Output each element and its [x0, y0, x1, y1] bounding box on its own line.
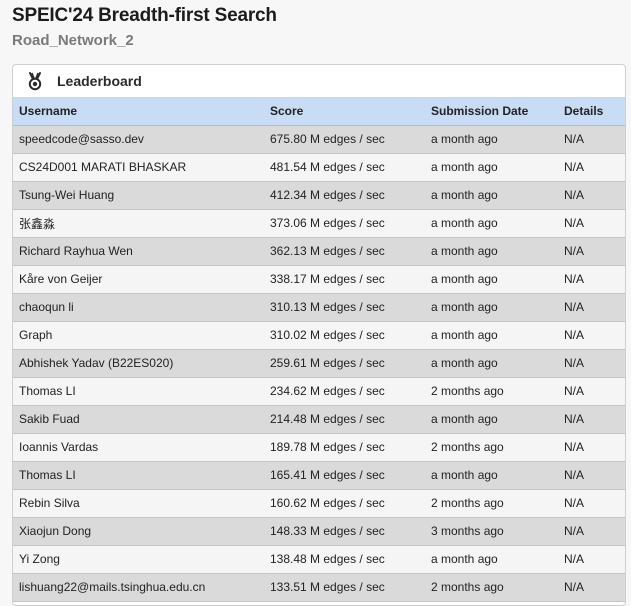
trophy-icon: [25, 71, 45, 91]
table-row[interactable]: Richard Rayhua Wen 362.13 M edges / sec a …: [13, 237, 625, 266]
table-row[interactable]: 张鑫淼 373.06 M edges / sec a month ago N/A: [13, 209, 625, 238]
page-subtitle: Road_Network_2: [12, 32, 134, 49]
cell-submission-date: 2 months ago: [425, 433, 558, 462]
cell-details: N/A: [558, 321, 625, 350]
table-row[interactable]: Xiaojun Dong 148.33 M edges / sec 3 months…: [13, 517, 625, 546]
cell-username: Tsung-Wei Huang: [13, 181, 264, 210]
cell-submission-date: 2 months ago: [425, 573, 558, 602]
cell-submission-date: a month ago: [425, 125, 558, 154]
cell-details: N/A: [558, 153, 625, 182]
cell-username: Yi Zong: [13, 545, 264, 574]
cell-username: Kåre von Geijer: [13, 265, 264, 294]
table-row[interactable]: Sakib Fuad 214.48 M edges / sec a month ag…: [13, 405, 625, 434]
cell-username: speedcode@sasso.dev: [13, 125, 264, 154]
cell-score: 362.13 M edges / sec: [264, 237, 425, 266]
table-row[interactable]: Ioannis Vardas 189.78 M edges / sec 2 mont…: [13, 433, 625, 462]
cell-details: N/A: [558, 573, 625, 602]
table-row[interactable]: Tsung-Wei Huang 412.34 M edges / sec a mon…: [13, 181, 625, 210]
cell-score: 138.48 M edges / sec: [264, 545, 425, 574]
cell-submission-date: a month ago: [425, 265, 558, 294]
cell-score: 160.62 M edges / sec: [264, 489, 425, 518]
table-row[interactable]: Thomas LI 234.62 M edges / sec 2 months ag…: [13, 377, 625, 406]
cell-submission-date: 2 months ago: [425, 377, 558, 406]
cell-submission-date: a month ago: [425, 153, 558, 182]
leaderboard-table: Username Score Submission Date Details s…: [13, 98, 625, 602]
table-row[interactable]: Yi Zong 138.48 M edges / sec a month ago N/…: [13, 545, 625, 574]
cell-username: Abhishek Yadav (B22ES020): [13, 349, 264, 378]
cell-username: Rebin Silva: [13, 489, 264, 518]
leaderboard-title: Leaderboard: [57, 73, 142, 89]
cell-username: Graph: [13, 321, 264, 350]
cell-username: lishuang22@mails.tsinghua.edu.cn: [13, 573, 264, 602]
cell-score: 412.34 M edges / sec: [264, 181, 425, 210]
cell-submission-date: a month ago: [425, 237, 558, 266]
cell-details: N/A: [558, 293, 625, 322]
cell-score: 259.61 M edges / sec: [264, 349, 425, 378]
cell-details: N/A: [558, 517, 625, 546]
cell-details: N/A: [558, 377, 625, 406]
cell-score: 481.54 M edges / sec: [264, 153, 425, 182]
cell-details: N/A: [558, 265, 625, 294]
table-header-row: Username Score Submission Date Details: [13, 98, 625, 126]
cell-submission-date: a month ago: [425, 349, 558, 378]
cell-score: 189.78 M edges / sec: [264, 433, 425, 462]
cell-username: chaoqun li: [13, 293, 264, 322]
cell-details: N/A: [558, 349, 625, 378]
cell-score: 675.80 M edges / sec: [264, 125, 425, 154]
cell-submission-date: a month ago: [425, 461, 558, 490]
cell-details: N/A: [558, 181, 625, 210]
cell-details: N/A: [558, 461, 625, 490]
cell-submission-date: a month ago: [425, 321, 558, 350]
cell-score: 234.62 M edges / sec: [264, 377, 425, 406]
cell-score: 133.51 M edges / sec: [264, 573, 425, 602]
cell-username: Thomas LI: [13, 461, 264, 490]
leaderboard-rows: speedcode@sasso.dev 675.80 M edges / sec a…: [13, 125, 625, 602]
leaderboard-card: Leaderboard Username Score Submission Da…: [12, 64, 626, 606]
table-row[interactable]: chaoqun li 310.13 M edges / sec a month ag…: [13, 293, 625, 322]
cell-username: Ioannis Vardas: [13, 433, 264, 462]
cell-username: 张鑫淼: [13, 209, 264, 238]
cell-details: N/A: [558, 125, 625, 154]
cell-submission-date: a month ago: [425, 545, 558, 574]
cell-submission-date: 2 months ago: [425, 489, 558, 518]
cell-details: N/A: [558, 209, 625, 238]
cell-username: CS24D001 MARATI BHASKAR: [13, 153, 264, 182]
table-row[interactable]: Kåre von Geijer 338.17 M edges / sec a mon…: [13, 265, 625, 294]
cell-details: N/A: [558, 405, 625, 434]
page-title: SPEIC'24 Breadth-first Search: [12, 5, 277, 26]
column-header-details[interactable]: Details: [558, 98, 625, 126]
cell-score: 214.48 M edges / sec: [264, 405, 425, 434]
column-header-submission-date[interactable]: Submission Date: [425, 98, 558, 126]
column-header-username[interactable]: Username: [13, 98, 264, 126]
table-row[interactable]: speedcode@sasso.dev 675.80 M edges / sec a…: [13, 125, 625, 154]
cell-submission-date: a month ago: [425, 405, 558, 434]
cell-username: Xiaojun Dong: [13, 517, 264, 546]
table-row[interactable]: lishuang22@mails.tsinghua.edu.cn 133.51 M…: [13, 573, 625, 602]
cell-details: N/A: [558, 545, 625, 574]
cell-score: 310.13 M edges / sec: [264, 293, 425, 322]
cell-score: 165.41 M edges / sec: [264, 461, 425, 490]
cell-score: 373.06 M edges / sec: [264, 209, 425, 238]
cell-submission-date: a month ago: [425, 209, 558, 238]
cell-submission-date: a month ago: [425, 293, 558, 322]
leaderboard-header: Leaderboard: [13, 65, 625, 98]
cell-details: N/A: [558, 433, 625, 462]
cell-username: Sakib Fuad: [13, 405, 264, 434]
cell-username: Richard Rayhua Wen: [13, 237, 264, 266]
cell-score: 148.33 M edges / sec: [264, 517, 425, 546]
table-row[interactable]: Thomas LI 165.41 M edges / sec a month ago…: [13, 461, 625, 490]
cell-details: N/A: [558, 237, 625, 266]
cell-username: Thomas LI: [13, 377, 264, 406]
table-row[interactable]: Graph 310.02 M edges / sec a month ago N/A: [13, 321, 625, 350]
cell-submission-date: 3 months ago: [425, 517, 558, 546]
cell-score: 310.02 M edges / sec: [264, 321, 425, 350]
table-row[interactable]: Abhishek Yadav (B22ES020) 259.61 M edges …: [13, 349, 625, 378]
cell-submission-date: a month ago: [425, 181, 558, 210]
table-row[interactable]: CS24D001 MARATI BHASKAR 481.54 M edges / …: [13, 153, 625, 182]
cell-score: 338.17 M edges / sec: [264, 265, 425, 294]
cell-details: N/A: [558, 489, 625, 518]
table-row[interactable]: Rebin Silva 160.62 M edges / sec 2 months …: [13, 489, 625, 518]
column-header-score[interactable]: Score: [264, 98, 425, 126]
